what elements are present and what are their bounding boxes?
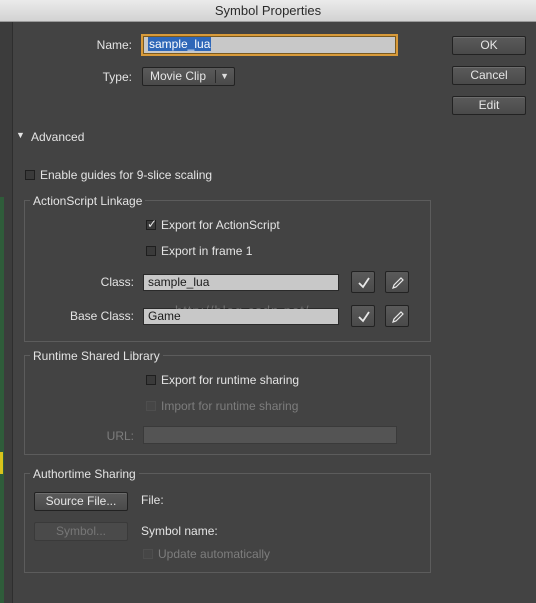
- symbol-name-label: Symbol name:: [141, 524, 218, 538]
- type-dropdown[interactable]: Movie Clip ▼: [142, 67, 235, 86]
- edit-base-class-button[interactable]: [385, 305, 409, 327]
- validate-class-button[interactable]: [351, 271, 375, 293]
- pencil-icon: [392, 277, 404, 289]
- guides-checkbox[interactable]: [25, 170, 35, 180]
- ok-button[interactable]: OK: [452, 36, 526, 55]
- actionscript-linkage-title: ActionScript Linkage: [30, 194, 146, 208]
- runtime-shared-library-title: Runtime Shared Library: [30, 349, 163, 363]
- guides-checkbox-label: Enable guides for 9-slice scaling: [40, 168, 213, 182]
- window-title-bar: Symbol Properties: [0, 0, 536, 22]
- file-label: File:: [141, 493, 164, 507]
- base-class-label: Base Class:: [69, 309, 134, 323]
- watermark-text: http://blog.csdn.net/: [175, 303, 310, 318]
- export-frame1-label: Export in frame 1: [161, 244, 253, 258]
- export-runtime-checkbox[interactable]: [146, 375, 156, 385]
- symbol-button[interactable]: Symbol...: [34, 522, 128, 541]
- export-runtime-label: Export for runtime sharing: [161, 373, 300, 387]
- edit-button[interactable]: Edit: [452, 96, 526, 115]
- edit-class-button[interactable]: [385, 271, 409, 293]
- export-actionscript-label: Export for ActionScript: [161, 218, 280, 232]
- window-title: Symbol Properties: [214, 3, 322, 18]
- pencil-icon: [392, 311, 404, 323]
- background-window-edge: [0, 22, 13, 603]
- update-automatically-checkbox[interactable]: [143, 549, 153, 559]
- name-label: Name:: [96, 38, 132, 52]
- chevron-down-icon: ▼: [220, 71, 229, 81]
- checkmark-icon: [358, 311, 370, 323]
- type-dropdown-value: Movie Clip: [150, 69, 207, 83]
- update-automatically-label: Update automatically: [158, 547, 271, 561]
- background-panel-strip: [0, 197, 4, 603]
- class-input[interactable]: sample_lua: [143, 274, 339, 291]
- background-marker: [0, 452, 3, 474]
- disclosure-triangle-icon[interactable]: ▼: [16, 130, 25, 140]
- cancel-button[interactable]: Cancel: [452, 66, 526, 85]
- import-runtime-checkbox[interactable]: [146, 401, 156, 411]
- source-file-button[interactable]: Source File...: [34, 492, 128, 511]
- class-label: Class:: [100, 275, 134, 289]
- export-actionscript-checkbox[interactable]: ✓: [146, 217, 158, 231]
- url-input[interactable]: [143, 426, 397, 444]
- name-input[interactable]: sample_lua: [143, 36, 396, 54]
- type-label: Type:: [102, 70, 132, 84]
- validate-base-class-button[interactable]: [351, 305, 375, 327]
- name-input-value: sample_lua: [148, 37, 212, 51]
- url-label: URL:: [106, 429, 134, 443]
- checkmark-icon: [358, 277, 370, 289]
- export-frame1-checkbox[interactable]: [146, 246, 156, 256]
- authortime-sharing-title: Authortime Sharing: [30, 467, 139, 481]
- advanced-toggle[interactable]: Advanced: [31, 130, 84, 144]
- dropdown-separator: [215, 70, 216, 83]
- checkmark-icon: ✓: [147, 217, 158, 231]
- import-runtime-label: Import for runtime sharing: [161, 399, 299, 413]
